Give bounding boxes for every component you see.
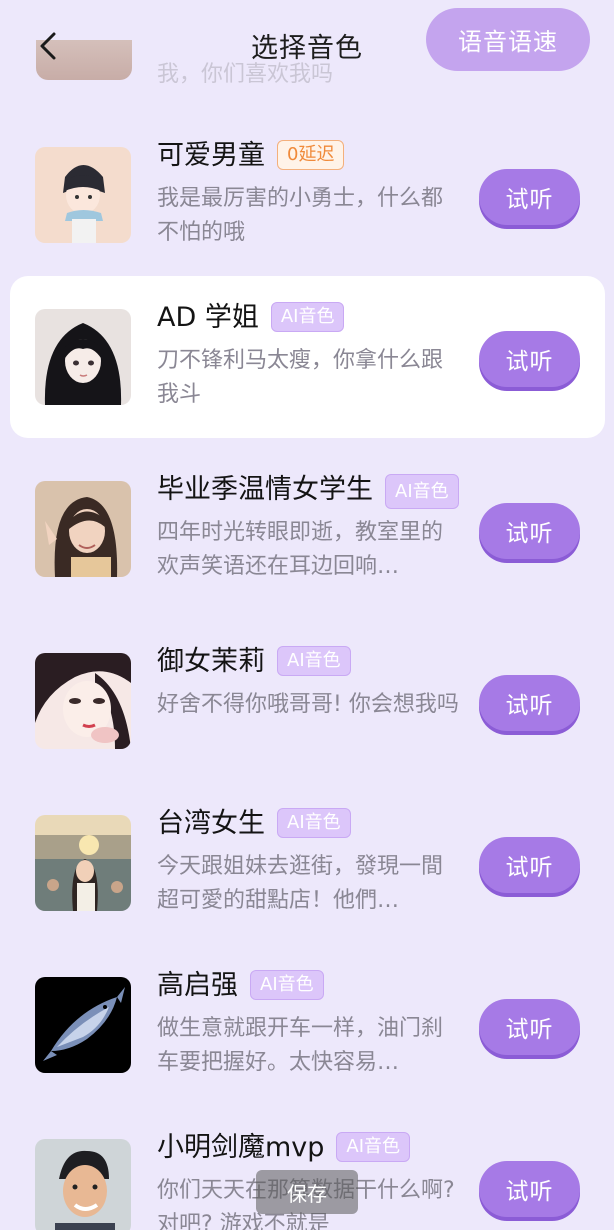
- listen-button[interactable]: 试听: [479, 503, 580, 559]
- voice-item-ad-senior[interactable]: AD 学姐 AI音色 刀不锋利马太瘦，你拿什么跟我斗 试听: [10, 276, 605, 438]
- listen-button[interactable]: 试听: [479, 837, 580, 893]
- voice-name: 御女茉莉: [157, 646, 265, 677]
- voice-description: 四年时光转眼即逝，教室里的欢声笑语还在耳边回响…: [157, 520, 444, 579]
- voice-speed-button[interactable]: 语音语速: [426, 8, 590, 71]
- avatar: [35, 815, 131, 911]
- listen-button[interactable]: 试听: [479, 1161, 580, 1217]
- voice-description: 我是最厉害的小勇士，什么都不怕的哦: [157, 186, 444, 245]
- voice-item-cute-boy[interactable]: 可爱男童 0延迟 我是最厉害的小勇士，什么都不怕的哦 试听: [10, 114, 605, 276]
- avatar: [35, 977, 131, 1073]
- save-toast[interactable]: 保存: [256, 1170, 358, 1214]
- voice-description: 刀不锋利马太瘦，你拿什么跟我斗: [157, 348, 444, 407]
- latency-badge: 0延迟: [277, 140, 345, 170]
- voice-name: 小明剑魔mvp: [157, 1132, 325, 1163]
- voice-name: 可爱男童: [157, 140, 265, 171]
- voice-description: 今天跟姐妹去逛街，發現一間超可愛的甜點店！他們…: [157, 854, 444, 913]
- listen-button[interactable]: 试听: [479, 675, 580, 731]
- voice-item-gao-qiqiang[interactable]: 高启强 AI音色 做生意就跟开车一样，油门刹车要把握好。太快容易… 试听: [10, 944, 605, 1106]
- listen-button[interactable]: 试听: [479, 169, 580, 225]
- avatar: [35, 147, 131, 243]
- ai-voice-badge: AI音色: [270, 302, 345, 332]
- voice-item-graduate-girl[interactable]: 毕业季温情女学生 AI音色 四年时光转眼即逝，教室里的欢声笑语还在耳边回响… 试…: [10, 448, 605, 610]
- avatar: [35, 1139, 131, 1230]
- avatar: [35, 481, 131, 577]
- voice-item-jasmine[interactable]: 御女茉莉 AI音色 好舍不得你哦哥哥! 你会想我吗 试听: [10, 620, 605, 782]
- voice-description: 好舍不得你哦哥哥! 你会想我吗: [157, 692, 459, 717]
- listen-button[interactable]: 试听: [479, 999, 580, 1055]
- voice-name: 台湾女生: [157, 808, 265, 839]
- voice-select-page: 选择音色 语音语速 我，你们喜欢我吗 可爱男童 0延迟 我是最厉害的小勇士，什么…: [0, 0, 614, 1230]
- ai-voice-badge: AI音色: [250, 970, 324, 1000]
- avatar: [35, 653, 131, 749]
- voice-name: AD 学姐: [157, 302, 259, 333]
- ai-voice-badge: AI音色: [277, 646, 351, 676]
- avatar: [35, 309, 131, 405]
- voice-name: 高启强: [157, 970, 238, 1001]
- ai-voice-badge: AI音色: [385, 474, 459, 509]
- ai-voice-badge: AI音色: [277, 808, 351, 838]
- voice-name: 毕业季温情女学生: [157, 474, 373, 505]
- voice-description: 做生意就跟开车一样，油门刹车要把握好。太快容易…: [157, 1016, 444, 1075]
- ai-voice-badge: AI音色: [336, 1132, 411, 1162]
- header: 选择音色 语音语速: [0, 0, 614, 90]
- voice-item-taiwan-girl[interactable]: 台湾女生 AI音色 今天跟姐妹去逛街，發現一間超可愛的甜點店！他們… 试听: [10, 782, 605, 944]
- listen-button[interactable]: 试听: [479, 331, 580, 387]
